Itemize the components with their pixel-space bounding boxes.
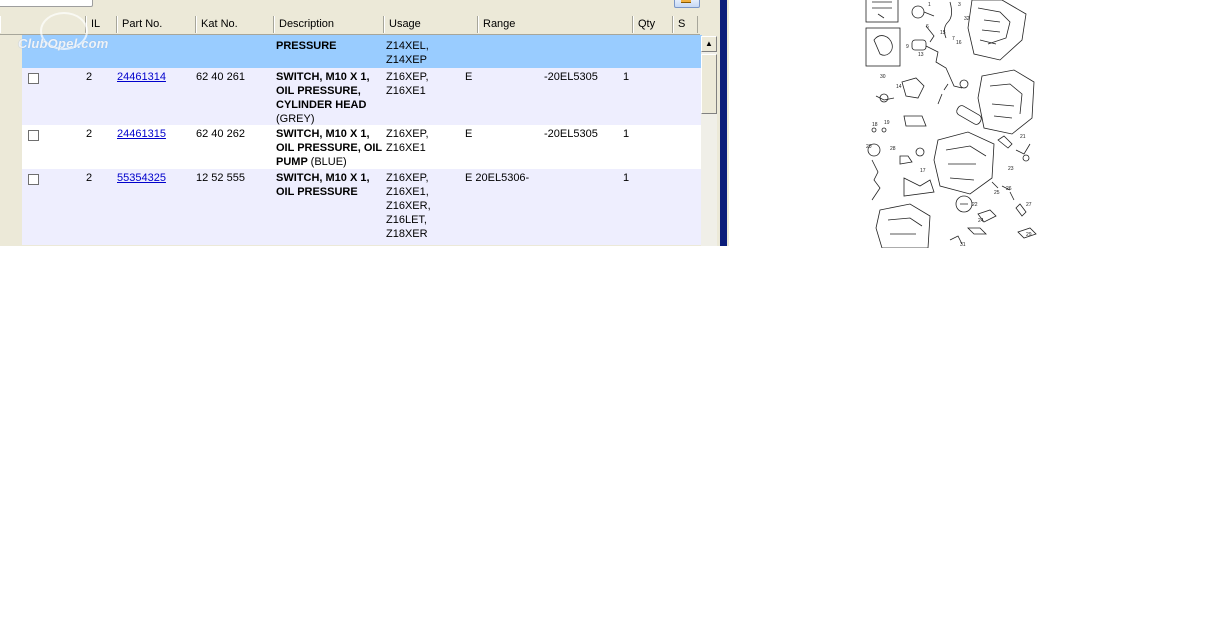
- range-code-cell: E 20EL5306-: [465, 172, 530, 184]
- table-row-selected[interactable]: PRESSURE Z14XEL, Z14XEP: [22, 35, 702, 68]
- parts-diagram[interactable]: 1 3 6 7 9 13 14 15 16 17 18 19 20 21 22 …: [860, 0, 1050, 248]
- svg-text:19: 19: [884, 120, 890, 126]
- range-code-cell: E: [465, 128, 473, 140]
- part-number-link[interactable]: 24461314: [117, 70, 166, 84]
- kat-number-cell: 62 40 261: [196, 71, 245, 83]
- svg-text:14: 14: [896, 84, 902, 90]
- svg-text:31: 31: [960, 242, 966, 248]
- column-header-usage[interactable]: Usage: [384, 16, 478, 33]
- pipe-icon: [956, 105, 982, 125]
- table-row[interactable]: 2 55354325 12 52 555 SWITCH, M10 X 1, OI…: [22, 169, 702, 245]
- usage-cell: Z16XEP, Z16XE1: [386, 71, 429, 97]
- range-cell: -20EL5305: [544, 71, 598, 83]
- svg-text:7: 7: [952, 36, 955, 42]
- open-folder-button[interactable]: [674, 0, 700, 8]
- engine-block-icon: [967, 0, 1027, 61]
- usage-cell: Z14XEL, Z14XEP: [386, 40, 429, 66]
- inset-box-icon: [865, 27, 901, 67]
- epc-window: IL Part No. Kat No. Description Usage Ra…: [0, 0, 1218, 640]
- svg-text:18: 18: [872, 122, 878, 128]
- description-text: SWITCH, M10 X 1, OIL PRESSURE, CYLINDER …: [276, 71, 370, 111]
- switch-icon: [911, 39, 927, 51]
- row-checkbox[interactable]: [28, 130, 39, 141]
- column-header-range[interactable]: Range: [478, 16, 633, 33]
- description-cell: SWITCH, M10 X 1, OIL PRESSURE, CYLINDER …: [276, 70, 370, 126]
- engine-block-icon: [875, 203, 931, 248]
- column-header-kat-no[interactable]: Kat No.: [196, 16, 274, 33]
- scrollbar-thumb[interactable]: [701, 54, 717, 114]
- svg-text:26: 26: [1006, 186, 1012, 192]
- part-number-link[interactable]: 55354325: [117, 171, 166, 185]
- table-row[interactable]: 2 24461314 62 40 261 SWITCH, M10 X 1, OI…: [22, 68, 702, 125]
- svg-text:13: 13: [918, 52, 924, 58]
- kat-number-cell: 12 52 555: [196, 172, 245, 184]
- il-cell: 2: [86, 172, 93, 184]
- connector-icon: [997, 135, 1013, 149]
- usage-cell: Z16XEP, Z16XE1: [386, 128, 429, 154]
- il-cell: 2: [86, 71, 93, 83]
- column-header-description[interactable]: Description: [274, 16, 384, 33]
- table-row[interactable]: 2 24461315 62 40 262 SWITCH, M10 X 1, OI…: [22, 125, 702, 169]
- kat-number-cell: 62 40 262: [196, 128, 245, 140]
- svg-text:21: 21: [1020, 134, 1026, 140]
- il-cell: 2: [86, 128, 93, 140]
- description-note: (GREY): [276, 113, 315, 125]
- description-cell: SWITCH, M10 X 1, OIL PRESSURE, OIL PUMP …: [276, 127, 382, 169]
- inset-box-icon: [865, 0, 899, 23]
- qty-cell: 1: [623, 128, 630, 140]
- column-header-row: IL Part No. Kat No. Description Usage Ra…: [0, 16, 700, 35]
- range-cell: -20EL5305: [544, 128, 598, 140]
- svg-text:32: 32: [964, 16, 970, 22]
- description-cell: SWITCH, M10 X 1, OIL PRESSURE: [276, 172, 370, 198]
- svg-text:20: 20: [866, 144, 872, 150]
- svg-text:28: 28: [890, 146, 896, 152]
- qty-cell: 1: [623, 71, 630, 83]
- housing-icon: [901, 77, 925, 99]
- vertical-scrollbar[interactable]: ▲: [701, 36, 717, 246]
- column-header-s[interactable]: S: [673, 16, 698, 33]
- search-input[interactable]: [0, 0, 93, 7]
- svg-text:17: 17: [920, 168, 926, 174]
- parts-list-panel: IL Part No. Kat No. Description Usage Ra…: [0, 0, 718, 246]
- engine-block-icon: [977, 69, 1035, 135]
- qty-cell: 1: [623, 172, 630, 184]
- description-cell: PRESSURE: [276, 40, 337, 52]
- engine-block-icon: [933, 131, 995, 195]
- usage-cell: Z16XEP, Z16XE1, Z16XER, Z16LET, Z18XER: [386, 172, 431, 240]
- description-note: (BLUE): [310, 156, 347, 168]
- watermark-logo: ClubOpel.com: [18, 36, 109, 51]
- column-header-qty[interactable]: Qty: [633, 16, 673, 33]
- svg-text:1: 1: [928, 2, 931, 8]
- column-header-part-no[interactable]: Part No.: [117, 16, 196, 33]
- column-header-il[interactable]: IL: [86, 16, 117, 33]
- row-checkbox[interactable]: [28, 174, 39, 185]
- range-code-cell: E: [465, 71, 473, 83]
- svg-text:9: 9: [906, 44, 909, 50]
- diagram-callout-labels: 1 3 6 7 9 13 14 15 16 17 18 19 20 21 22 …: [866, 2, 1032, 248]
- scroll-up-arrow-icon[interactable]: ▲: [701, 36, 717, 52]
- svg-text:6: 6: [926, 24, 929, 30]
- svg-text:27: 27: [1026, 202, 1032, 208]
- parts-table: PRESSURE Z14XEL, Z14XEP 2 24461314 62 40…: [22, 35, 702, 245]
- svg-text:30: 30: [880, 74, 886, 80]
- svg-text:15: 15: [940, 30, 946, 36]
- svg-text:25: 25: [994, 190, 1000, 196]
- panel-splitter[interactable]: [718, 0, 729, 246]
- row-checkbox[interactable]: [28, 73, 39, 84]
- svg-text:23: 23: [1008, 166, 1014, 172]
- part-number-link[interactable]: 24461315: [117, 127, 166, 141]
- sensor-icon: [911, 5, 925, 19]
- svg-text:22: 22: [972, 202, 978, 208]
- svg-text:16: 16: [956, 40, 962, 46]
- svg-text:3: 3: [958, 2, 961, 8]
- svg-text:29: 29: [1026, 232, 1032, 238]
- svg-text:24: 24: [978, 218, 984, 224]
